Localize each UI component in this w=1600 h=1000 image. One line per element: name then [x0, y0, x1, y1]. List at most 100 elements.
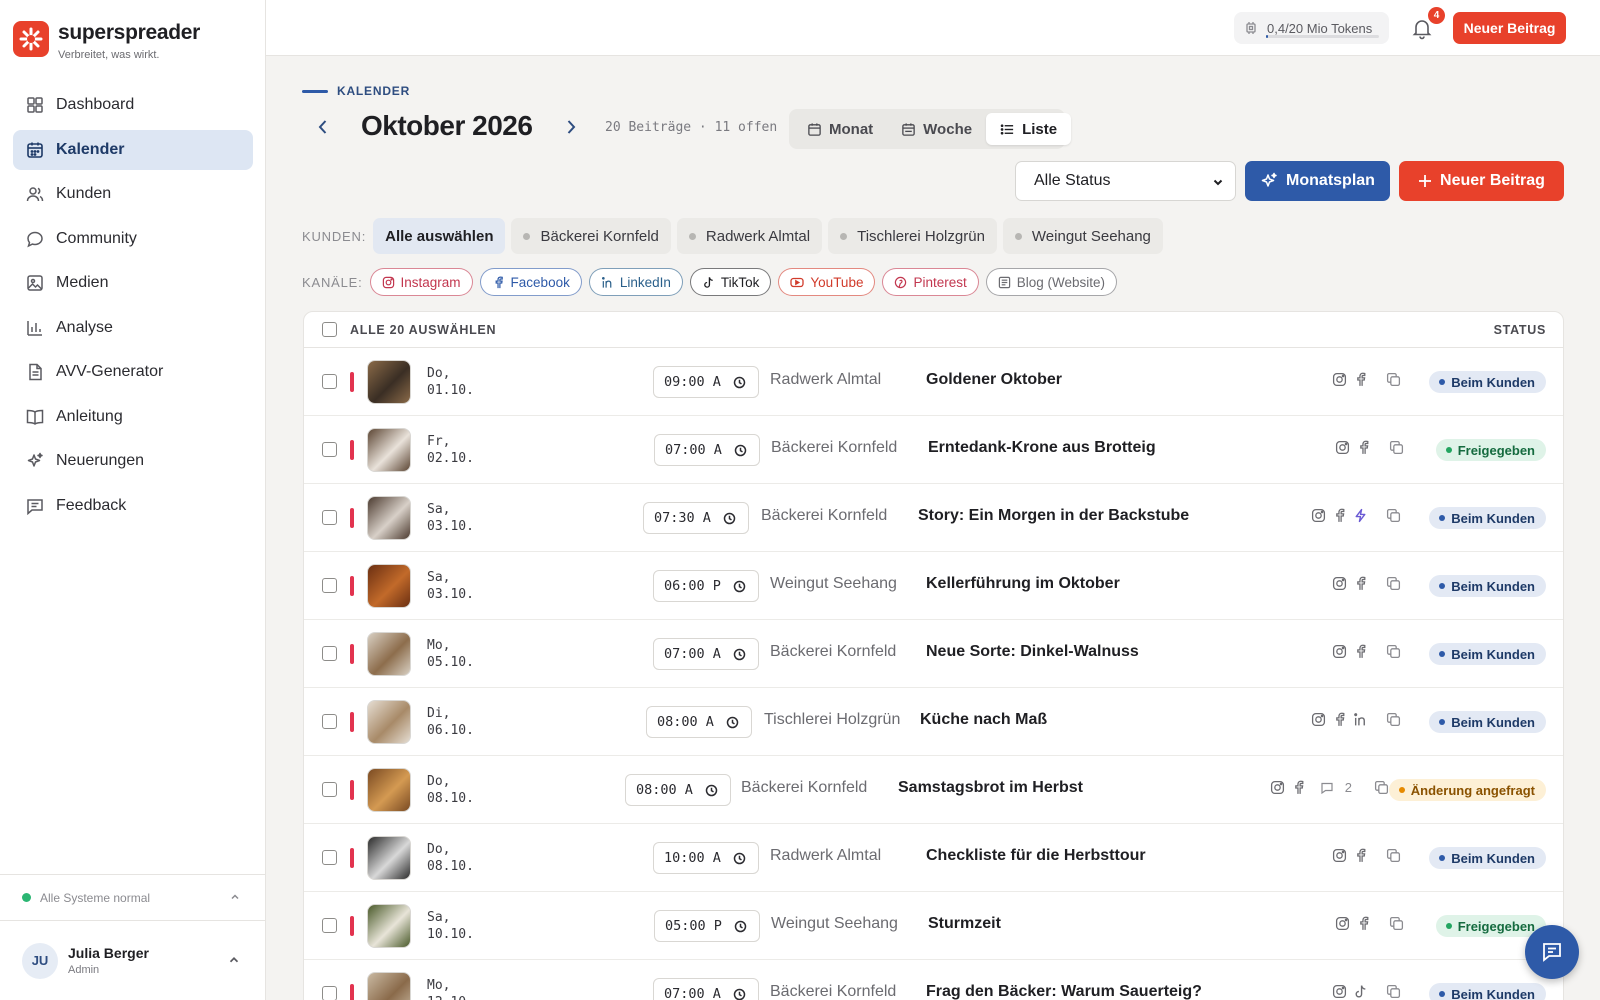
- client-chip-tischlerei-holzgruen[interactable]: Tischlerei Holzgrün: [828, 218, 997, 254]
- time-input[interactable]: 05:00 P: [654, 910, 760, 942]
- time-input[interactable]: 09:00 A: [653, 366, 759, 398]
- row-checkbox[interactable]: [322, 782, 337, 797]
- table-row[interactable]: Do, 01.10. 09:00 A Radwerk Almtal Goldene…: [304, 348, 1563, 416]
- channel-chip-facebook[interactable]: Facebook: [479, 268, 582, 296]
- row-checkbox[interactable]: [322, 510, 337, 525]
- channel-chip-linkedin[interactable]: LinkedIn: [588, 268, 683, 296]
- sidebar-item-feedback[interactable]: Feedback: [13, 486, 253, 526]
- new-post-main-button[interactable]: Neuer Beitrag: [1399, 161, 1564, 201]
- chat-fab-button[interactable]: [1525, 925, 1579, 979]
- sidebar-item-avv-generator[interactable]: AVV-Generator: [13, 352, 253, 392]
- status-badge[interactable]: Beim Kunden: [1429, 507, 1546, 529]
- sidebar-item-medien[interactable]: Medien: [13, 263, 253, 303]
- post-thumbnail[interactable]: [367, 972, 411, 1000]
- copy-icon[interactable]: [1386, 372, 1401, 387]
- status-badge[interactable]: Beim Kunden: [1429, 643, 1546, 665]
- post-title[interactable]: Küche nach Maß: [920, 711, 1047, 729]
- copy-icon[interactable]: [1386, 508, 1401, 523]
- status-badge[interactable]: Beim Kunden: [1429, 575, 1546, 597]
- row-checkbox[interactable]: [322, 986, 337, 1000]
- post-title[interactable]: Frag den Bäcker: Warum Sauerteig?: [926, 983, 1202, 1000]
- post-thumbnail[interactable]: [367, 700, 411, 744]
- table-row[interactable]: Mo, 05.10. 07:00 A Bäckerei Kornfeld Neue…: [304, 620, 1563, 688]
- client-chip-weingut-seehang[interactable]: Weingut Seehang: [1002, 218, 1163, 254]
- sidebar-item-anleitung[interactable]: Anleitung: [13, 397, 253, 437]
- time-input[interactable]: 07:00 A: [653, 638, 759, 670]
- time-input[interactable]: 07:00 A: [654, 434, 760, 466]
- row-checkbox[interactable]: [322, 850, 337, 865]
- post-thumbnail[interactable]: [367, 360, 411, 404]
- status-badge[interactable]: Änderung angefragt: [1388, 779, 1546, 801]
- chevron-right-icon[interactable]: [560, 116, 582, 138]
- view-tab-liste[interactable]: Liste: [986, 113, 1072, 145]
- client-chip-radwerk-almtal[interactable]: Radwerk Almtal: [676, 218, 823, 254]
- token-usage[interactable]: 0,4/20 Mio Tokens: [1234, 12, 1389, 44]
- status-badge[interactable]: Freigegeben: [1435, 439, 1546, 461]
- view-tab-monat[interactable]: Monat: [793, 113, 887, 145]
- sidebar-item-dashboard[interactable]: Dashboard: [13, 85, 253, 125]
- copy-icon[interactable]: [1386, 984, 1401, 999]
- table-row[interactable]: Do, 08.10. 10:00 A Radwerk Almtal Checkli…: [304, 824, 1563, 892]
- post-title[interactable]: Story: Ein Morgen in der Backstube: [918, 507, 1189, 525]
- table-row[interactable]: Di, 06.10. 08:00 A Tischlerei Holzgrün Kü…: [304, 688, 1563, 756]
- table-row[interactable]: Sa, 03.10. 07:30 A Bäckerei Kornfeld Stor…: [304, 484, 1563, 552]
- post-thumbnail[interactable]: [367, 428, 411, 472]
- channel-chip-blog[interactable]: Blog (Website): [985, 268, 1118, 296]
- copy-icon[interactable]: [1386, 848, 1401, 863]
- row-checkbox[interactable]: [322, 714, 337, 729]
- post-thumbnail[interactable]: [367, 768, 411, 812]
- sidebar-item-community[interactable]: Community: [13, 219, 253, 259]
- time-input[interactable]: 07:30 A: [643, 502, 749, 534]
- row-checkbox[interactable]: [322, 646, 337, 661]
- row-checkbox[interactable]: [322, 918, 337, 933]
- status-badge[interactable]: Beim Kunden: [1429, 711, 1546, 733]
- row-checkbox[interactable]: [322, 442, 337, 457]
- table-row[interactable]: Fr, 02.10. 07:00 A Bäckerei Kornfeld Ernt…: [304, 416, 1563, 484]
- time-input[interactable]: 07:00 A: [653, 978, 759, 1000]
- time-input[interactable]: 08:00 A: [646, 706, 752, 738]
- system-status[interactable]: Alle Systeme normal: [0, 874, 265, 920]
- copy-icon[interactable]: [1389, 916, 1404, 931]
- select-all-checkbox[interactable]: [322, 322, 337, 337]
- copy-icon[interactable]: [1386, 712, 1401, 727]
- post-thumbnail[interactable]: [367, 904, 411, 948]
- post-title[interactable]: Kellerführung im Oktober: [926, 575, 1120, 593]
- post-title[interactable]: Neue Sorte: Dinkel-Walnuss: [926, 643, 1139, 661]
- brand[interactable]: superspreader Verbreitet, was wirkt.: [13, 21, 200, 61]
- channel-chip-tiktok[interactable]: TikTok: [689, 268, 772, 296]
- channel-chip-instagram[interactable]: Instagram: [369, 268, 473, 296]
- post-title[interactable]: Sturmzeit: [928, 915, 1001, 933]
- monthly-plan-button[interactable]: Monatsplan: [1245, 161, 1390, 201]
- chevron-left-icon[interactable]: [312, 116, 334, 138]
- time-input[interactable]: 08:00 A: [625, 774, 731, 806]
- post-thumbnail[interactable]: [367, 564, 411, 608]
- user-menu[interactable]: JU Julia Berger Admin: [0, 920, 265, 1000]
- copy-icon[interactable]: [1389, 440, 1404, 455]
- table-row[interactable]: Mo,12.10. 07:00 A Bäckerei Kornfeld Frag…: [304, 960, 1563, 1000]
- sidebar-item-kunden[interactable]: Kunden: [13, 174, 253, 214]
- view-tab-woche[interactable]: Woche: [887, 113, 986, 145]
- post-title[interactable]: Samstagsbrot im Herbst: [898, 779, 1083, 797]
- new-post-button[interactable]: Neuer Beitrag: [1453, 12, 1566, 44]
- post-title[interactable]: Checkliste für die Herbsttour: [926, 847, 1146, 865]
- comment-count[interactable]: 2: [1320, 780, 1352, 795]
- copy-icon[interactable]: [1386, 576, 1401, 591]
- table-row[interactable]: Sa, 03.10. 06:00 P Weingut Seehang Keller…: [304, 552, 1563, 620]
- table-row[interactable]: Sa, 10.10. 05:00 P Weingut Seehang Sturmz…: [304, 892, 1563, 960]
- client-chip-baeckerei-kornfeld[interactable]: Bäckerei Kornfeld: [511, 218, 671, 254]
- post-thumbnail[interactable]: [367, 836, 411, 880]
- row-checkbox[interactable]: [322, 578, 337, 593]
- post-thumbnail[interactable]: [367, 632, 411, 676]
- status-badge[interactable]: Beim Kunden: [1429, 847, 1546, 869]
- channel-chip-pinterest[interactable]: Pinterest: [882, 268, 979, 296]
- status-badge[interactable]: Freigegeben: [1435, 915, 1546, 937]
- time-input[interactable]: 06:00 P: [653, 570, 759, 602]
- sidebar-item-kalender[interactable]: Kalender: [13, 129, 253, 170]
- post-title[interactable]: Erntedank-Krone aus Brotteig: [928, 439, 1156, 457]
- client-chip-all[interactable]: Alle auswählen: [373, 218, 506, 254]
- row-checkbox[interactable]: [322, 374, 337, 389]
- copy-icon[interactable]: [1386, 644, 1401, 659]
- status-badge[interactable]: Beim Kunden: [1429, 983, 1546, 1000]
- status-badge[interactable]: Beim Kunden: [1429, 371, 1546, 393]
- status-filter-select[interactable]: Alle Status: [1015, 161, 1236, 201]
